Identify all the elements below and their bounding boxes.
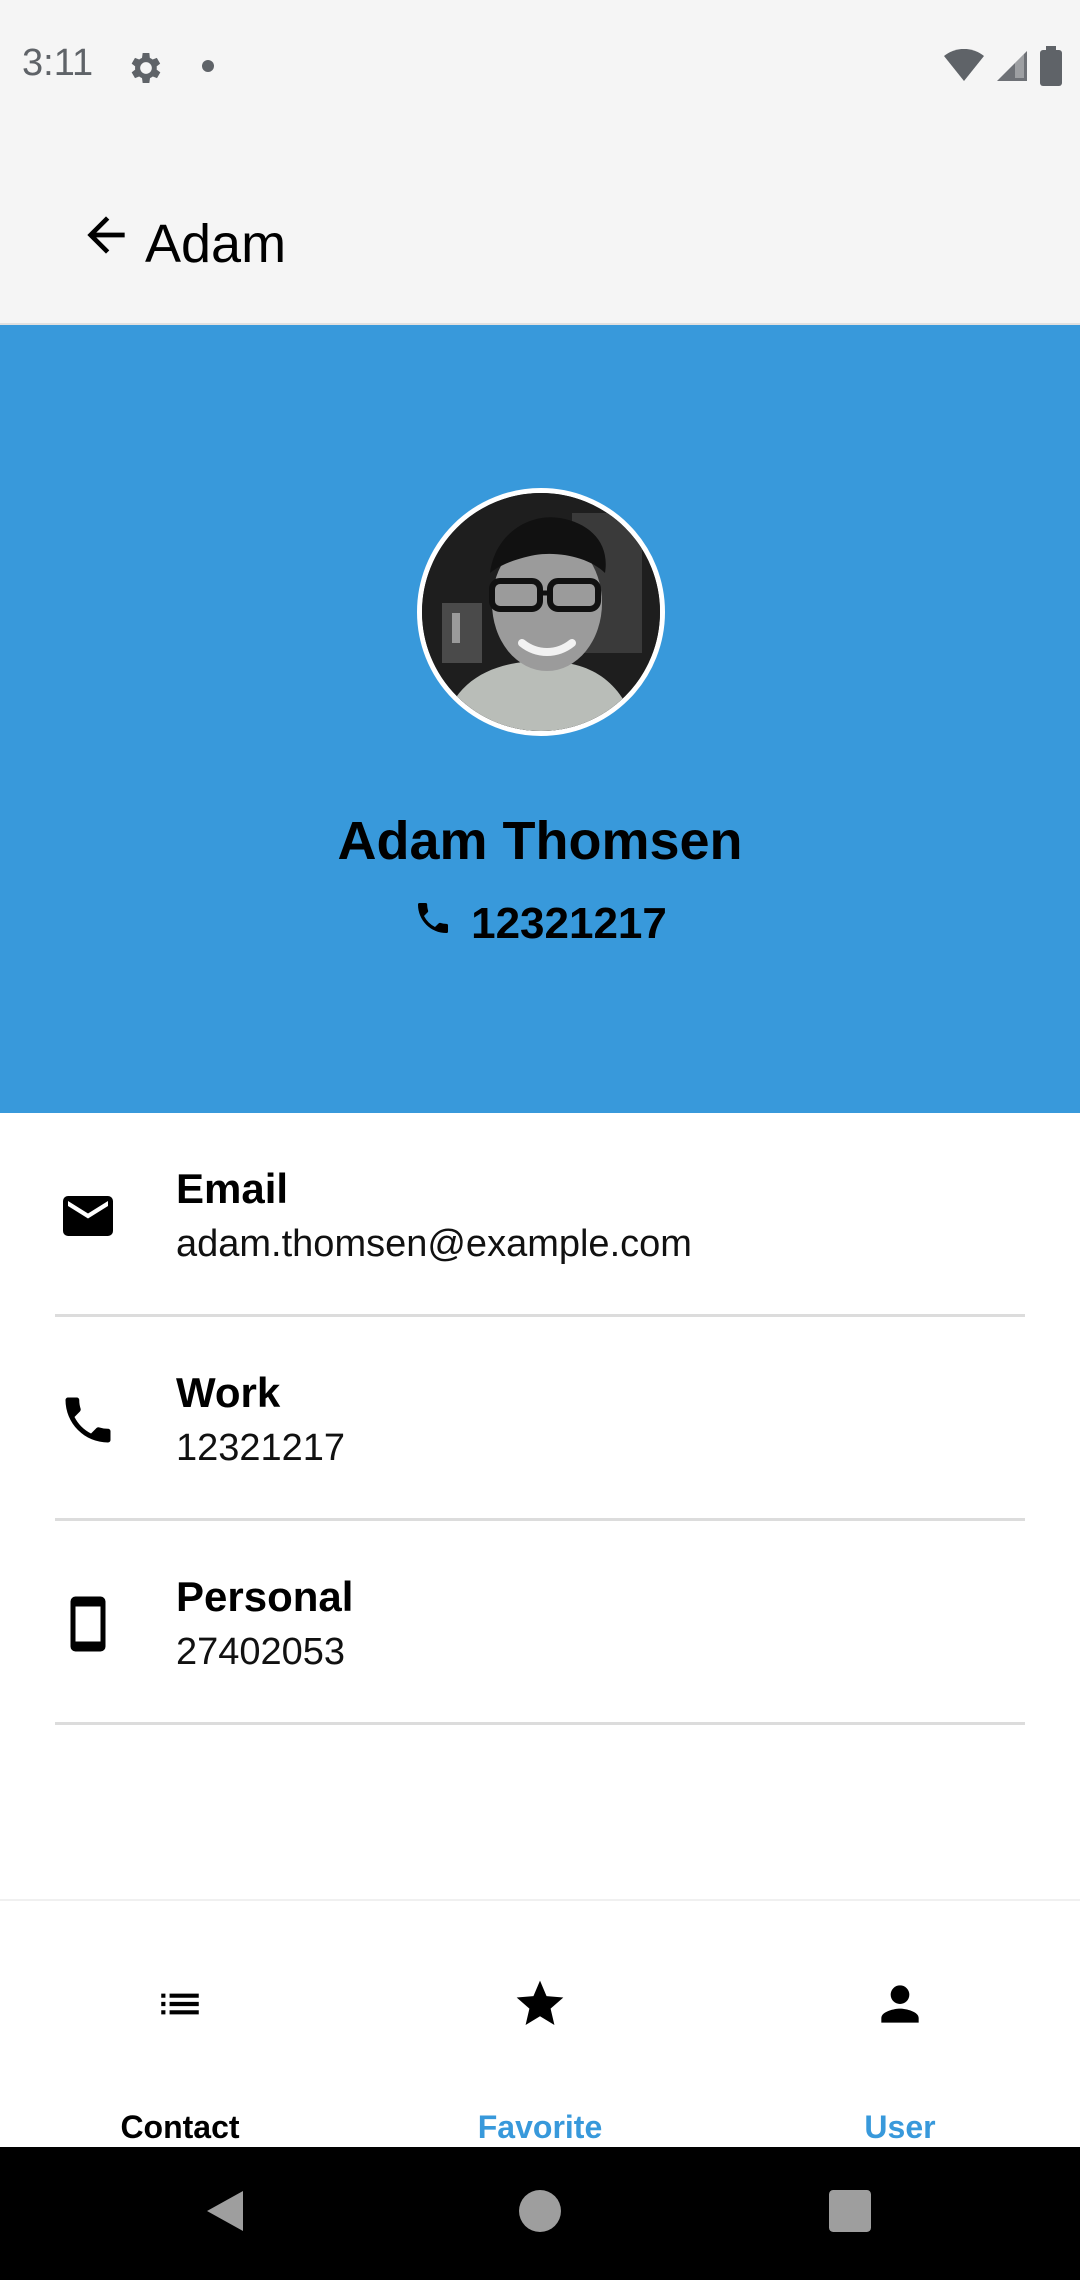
contact-phone[interactable]: 12321217: [0, 898, 1080, 949]
contact-name: Adam Thomsen: [337, 811, 743, 871]
arrow-back-icon: [78, 207, 134, 268]
profile-header: Adam Thomsen 12321217: [0, 325, 1080, 1113]
triangle-back-icon: [203, 2187, 247, 2240]
email-icon: [55, 1183, 121, 1249]
list-icon: [0, 1976, 360, 2032]
settings-gear-icon: [126, 48, 166, 88]
list-item-value: adam.thomsen@example.com: [176, 1223, 692, 1265]
person-icon: [720, 1976, 1080, 2032]
avatar: [417, 488, 665, 736]
system-recents-button[interactable]: [820, 2183, 880, 2243]
system-back-button[interactable]: [195, 2183, 255, 2243]
list-item-value: 12321217: [176, 1427, 346, 1469]
nav-item-user[interactable]: User: [720, 1901, 1080, 2149]
circle-home-icon: [519, 2189, 561, 2237]
nav-item-contact[interactable]: Contact: [0, 1901, 360, 2149]
list-item-label: Email: [176, 1165, 289, 1212]
nav-label-user: User: [864, 2109, 936, 2145]
bottom-navigation: Contact Favorite User: [0, 1899, 1080, 2147]
system-home-button[interactable]: [510, 2183, 570, 2243]
divider: [55, 1722, 1025, 1725]
contact-details-list: Email adam.thomsen@example.com Work 1232…: [0, 1113, 1080, 1725]
system-navigation-bar: [0, 2147, 1080, 2280]
nav-label-favorite: Favorite: [477, 2109, 603, 2145]
battery-icon: [1040, 45, 1062, 91]
list-item-label: Work: [176, 1369, 281, 1416]
cell-signal-icon: [994, 48, 1030, 89]
back-button[interactable]: [66, 197, 146, 277]
notification-dot-icon: [202, 60, 214, 72]
status-indicators: [944, 45, 1062, 91]
app-bar: Adam: [0, 135, 1080, 325]
list-item-work[interactable]: Work 12321217: [0, 1317, 1080, 1521]
star-icon: [360, 1976, 720, 2032]
phone-icon: [413, 898, 453, 949]
page-title: Adam: [145, 214, 287, 274]
phone-icon: [55, 1387, 121, 1453]
nav-label-contact: Contact: [120, 2109, 240, 2145]
list-item-email[interactable]: Email adam.thomsen@example.com: [0, 1113, 1080, 1317]
wifi-icon: [944, 48, 984, 88]
contact-phone-number: 12321217: [471, 898, 667, 948]
square-recents-icon: [829, 2189, 871, 2237]
list-item-value: 27402053: [176, 1631, 346, 1673]
status-bar: 3:11: [0, 0, 1080, 135]
list-item-label: Personal: [176, 1573, 354, 1620]
status-time: 3:11: [22, 42, 94, 84]
list-item-personal[interactable]: Personal 27402053: [0, 1521, 1080, 1725]
nav-item-favorite[interactable]: Favorite: [360, 1901, 720, 2149]
smartphone-icon: [55, 1591, 121, 1657]
